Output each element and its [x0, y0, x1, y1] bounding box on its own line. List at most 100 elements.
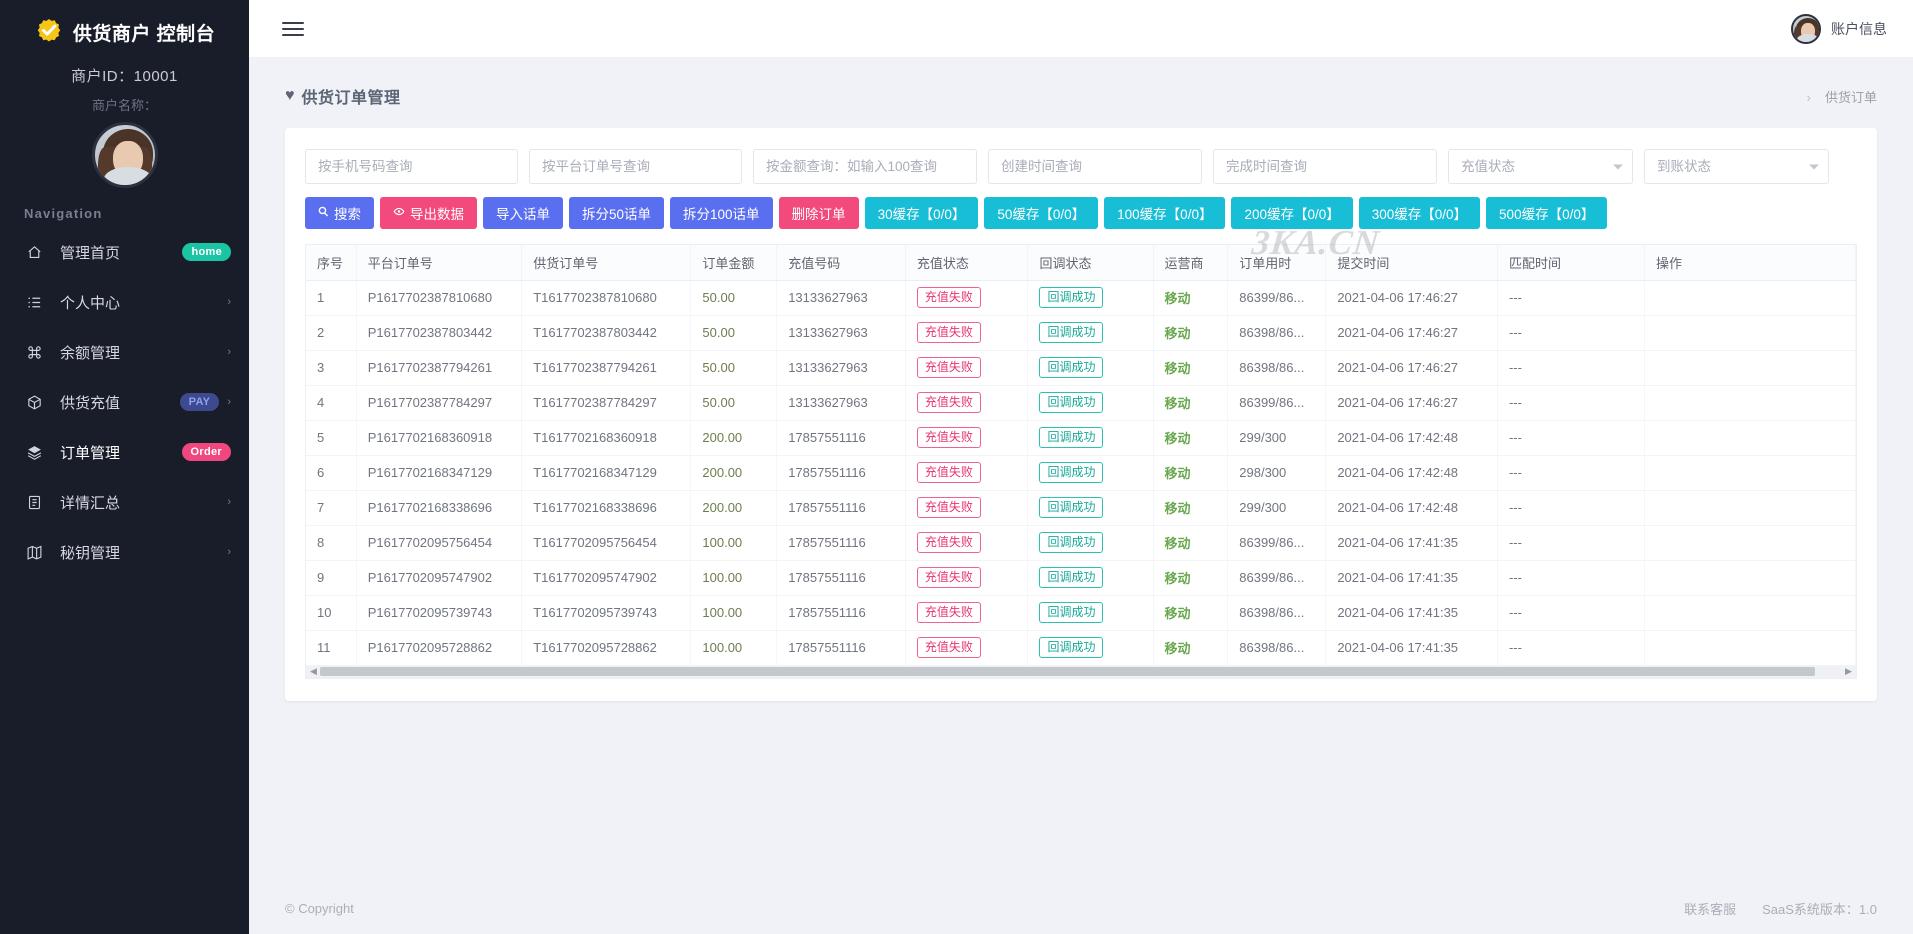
scrollbar-track[interactable]	[320, 667, 1842, 676]
carrier-label: 移动	[1165, 571, 1191, 586]
table-row[interactable]: 6P1617702168347129T1617702168347129200.0…	[306, 455, 1856, 490]
table-row[interactable]: 3P1617702387794261T161770238779426150.00…	[306, 350, 1856, 385]
sidebar-item-7[interactable]: 秘钥管理›	[0, 527, 249, 577]
footer-copyright: © Copyright	[285, 901, 354, 916]
delete-order-button[interactable]: 删除订单	[779, 197, 859, 229]
column-header-label-12: 操作	[1656, 256, 1682, 271]
table-body: 1P1617702387810680T161770238781068050.00…	[306, 280, 1856, 665]
create-time-input[interactable]	[988, 149, 1202, 184]
sidebar-item-6[interactable]: 详情汇总›	[0, 477, 249, 527]
status-badge-callback: 回调成功	[1039, 637, 1103, 658]
hamburger-icon[interactable]	[282, 18, 304, 40]
recharge-status-wrap: 充值状态	[1448, 149, 1633, 184]
cell-carrier: 移动	[1153, 630, 1228, 665]
cell-index: 11	[306, 630, 356, 665]
sidebar-badge-1: home	[182, 243, 231, 261]
table-row[interactable]: 7P1617702168338696T1617702168338696200.0…	[306, 490, 1856, 525]
scroll-right-arrow-icon[interactable]: ▶	[1843, 667, 1854, 676]
cache-50-button[interactable]: 50缓存【0/0】	[984, 197, 1098, 229]
cell-platform-order-no: P1617702387794261	[356, 350, 521, 385]
orders-table-wrap: 序号平台订单号供货订单号订单金额充值号码充值状态回调状态运营商订单用时提交时间匹…	[305, 244, 1857, 666]
carrier-label: 移动	[1165, 536, 1191, 551]
cell-match-time: ---	[1497, 595, 1644, 630]
scrollbar-thumb[interactable]	[320, 667, 1815, 676]
search-button[interactable]: 搜索	[305, 197, 374, 229]
cell-operations	[1645, 630, 1856, 665]
sidebar-item-4[interactable]: 供货充值PAY›	[0, 377, 249, 427]
cell-supply-order-no: T1617702387784297	[522, 385, 691, 420]
cache-500-button-label: 500缓存【0/0】	[1499, 203, 1594, 223]
split-50-button[interactable]: 拆分50话单	[569, 197, 664, 229]
cell-supply-order-no: T1617702387794261	[522, 350, 691, 385]
cell-recharge-status: 充值失败	[905, 525, 1028, 560]
table-row[interactable]: 1P1617702387810680T161770238781068050.00…	[306, 280, 1856, 315]
table-row[interactable]: 2P1617702387803442T161770238780344250.00…	[306, 315, 1856, 350]
sidebar-item-3[interactable]: 余额管理 ›	[0, 327, 249, 377]
status-badge-callback: 回调成功	[1039, 322, 1103, 343]
export-button[interactable]: 导出数据	[380, 197, 477, 229]
cell-amount: 50.00	[691, 280, 777, 315]
cell-amount: 100.00	[691, 595, 777, 630]
horizontal-scrollbar[interactable]: ◀ ▶	[305, 666, 1857, 679]
scroll-left-arrow-icon[interactable]: ◀	[308, 667, 319, 676]
account-info-button[interactable]: 账户信息	[1791, 14, 1887, 44]
column-header-label-4: 订单金额	[702, 256, 754, 271]
recharge-status-select[interactable]: 充值状态	[1448, 149, 1633, 184]
cell-submit-time: 2021-04-06 17:46:27	[1326, 350, 1498, 385]
sidebar-item-2[interactable]: 个人中心›	[0, 277, 249, 327]
cache-30-button[interactable]: 30缓存【0/0】	[865, 197, 979, 229]
table-row[interactable]: 9P1617702095747902T1617702095747902100.0…	[306, 560, 1856, 595]
phone-input[interactable]	[305, 149, 518, 184]
cell-submit-time: 2021-04-06 17:41:35	[1326, 525, 1498, 560]
breadcrumb-separator: ›	[1807, 90, 1811, 105]
status-badge-callback: 回调成功	[1039, 567, 1103, 588]
cell-duration: 86399/86...	[1228, 280, 1326, 315]
sidebar-badge-5: Order	[182, 443, 231, 461]
table-row[interactable]: 5P1617702168360918T1617702168360918200.0…	[306, 420, 1856, 455]
brand[interactable]: 供货商户 控制台	[0, 0, 249, 58]
chevron-right-icon: ›	[227, 346, 231, 358]
cell-phone: 17857551116	[777, 455, 906, 490]
carrier-label: 移动	[1165, 361, 1191, 376]
cache-100-button[interactable]: 100缓存【0/0】	[1104, 197, 1225, 229]
finish-time-input[interactable]	[1213, 149, 1437, 184]
table-row[interactable]: 8P1617702095756454T1617702095756454100.0…	[306, 525, 1856, 560]
table-row[interactable]: 10P1617702095739743T1617702095739743100.…	[306, 595, 1856, 630]
cell-phone: 13133627963	[777, 350, 906, 385]
cell-submit-time: 2021-04-06 17:46:27	[1326, 315, 1498, 350]
cell-supply-order-no: T1617702168338696	[522, 490, 691, 525]
sidebar-item-5[interactable]: 订单管理Order	[0, 427, 249, 477]
column-header-label-3: 供货订单号	[533, 256, 598, 271]
table-row[interactable]: 4P1617702387784297T161770238778429750.00…	[306, 385, 1856, 420]
cell-recharge-status: 充值失败	[905, 560, 1028, 595]
cell-match-time: ---	[1497, 630, 1644, 665]
sidebar-item-label-3: 余额管理	[60, 342, 219, 363]
cell-platform-order-no: P1617702168347129	[356, 455, 521, 490]
split-100-button[interactable]: 拆分100话单	[670, 197, 773, 229]
arrival-status-select[interactable]: 到账状态	[1644, 149, 1829, 184]
home-icon	[24, 242, 44, 262]
column-header-7: 回调状态	[1028, 245, 1153, 280]
cell-operations	[1645, 420, 1856, 455]
import-button[interactable]: 导入话单	[483, 197, 563, 229]
footer-support-link[interactable]: 联系客服	[1684, 899, 1736, 918]
account-avatar	[1791, 14, 1821, 44]
cache-300-button[interactable]: 300缓存【0/0】	[1359, 197, 1480, 229]
status-badge-recharge: 充值失败	[917, 322, 981, 343]
account-label: 账户信息	[1831, 19, 1887, 39]
table-row[interactable]: 11P1617702095728862T1617702095728862100.…	[306, 630, 1856, 665]
cache-200-button[interactable]: 200缓存【0/0】	[1231, 197, 1352, 229]
platform-no-input[interactable]	[529, 149, 742, 184]
sidebar-avatar-wrap	[0, 122, 249, 188]
cell-carrier: 移动	[1153, 280, 1228, 315]
sidebar-item-1[interactable]: 管理首页home	[0, 227, 249, 277]
cell-amount: 50.00	[691, 315, 777, 350]
amount-input[interactable]	[753, 149, 977, 184]
cell-phone: 13133627963	[777, 385, 906, 420]
cache-500-button[interactable]: 500缓存【0/0】	[1486, 197, 1607, 229]
cell-supply-order-no: T1617702095747902	[522, 560, 691, 595]
cell-index: 5	[306, 420, 356, 455]
cell-duration: 86398/86...	[1228, 630, 1326, 665]
map-icon	[24, 542, 44, 562]
cell-operations	[1645, 525, 1856, 560]
